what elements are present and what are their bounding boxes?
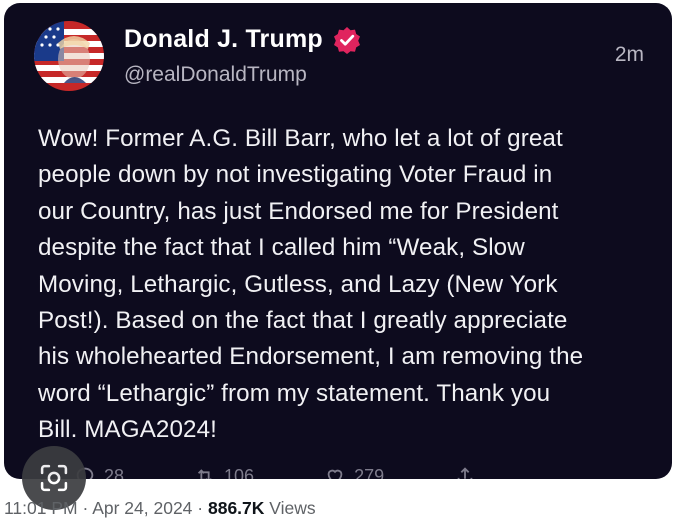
avatar[interactable] [34,21,104,91]
reply-count: 28 [104,465,125,480]
post-time[interactable]: 11:01 PM [4,498,78,518]
tweet-card[interactable]: Donald J. Trump @realDonaldTrump 2m Wow!… [4,3,672,479]
verified-badge-icon [333,26,361,54]
relative-timestamp[interactable]: 2m [615,43,644,67]
like-button[interactable]: 279 [324,465,384,479]
display-name[interactable]: Donald J. Trump [124,25,323,54]
repost-icon [197,469,212,479]
avatar-flag-portrait-icon [34,21,104,91]
repost-count: 106 [224,465,255,480]
tweet-body: Wow! Former A.G. Bill Barr, who let a lo… [38,125,584,444]
meta-separator: · [192,498,208,518]
repost-button[interactable]: 106 [194,465,254,479]
meta-separator: · [77,498,93,518]
share-icon [457,467,473,479]
heart-icon [327,469,343,479]
share-button[interactable] [454,465,476,479]
views-label: Views [264,498,316,518]
views-count: 886.7K [207,498,265,518]
handle[interactable]: @realDonaldTrump [124,63,307,87]
author-row: Donald J. Trump [124,25,361,54]
tweet-metadata: 11:01 PM · Apr 24, 2024 · 886.7K Views [4,498,316,519]
post-date[interactable]: Apr 24, 2024 [92,498,192,518]
action-bar: 28 106 279 [74,465,476,479]
like-count: 279 [354,465,385,480]
lens-search-icon [40,464,68,492]
